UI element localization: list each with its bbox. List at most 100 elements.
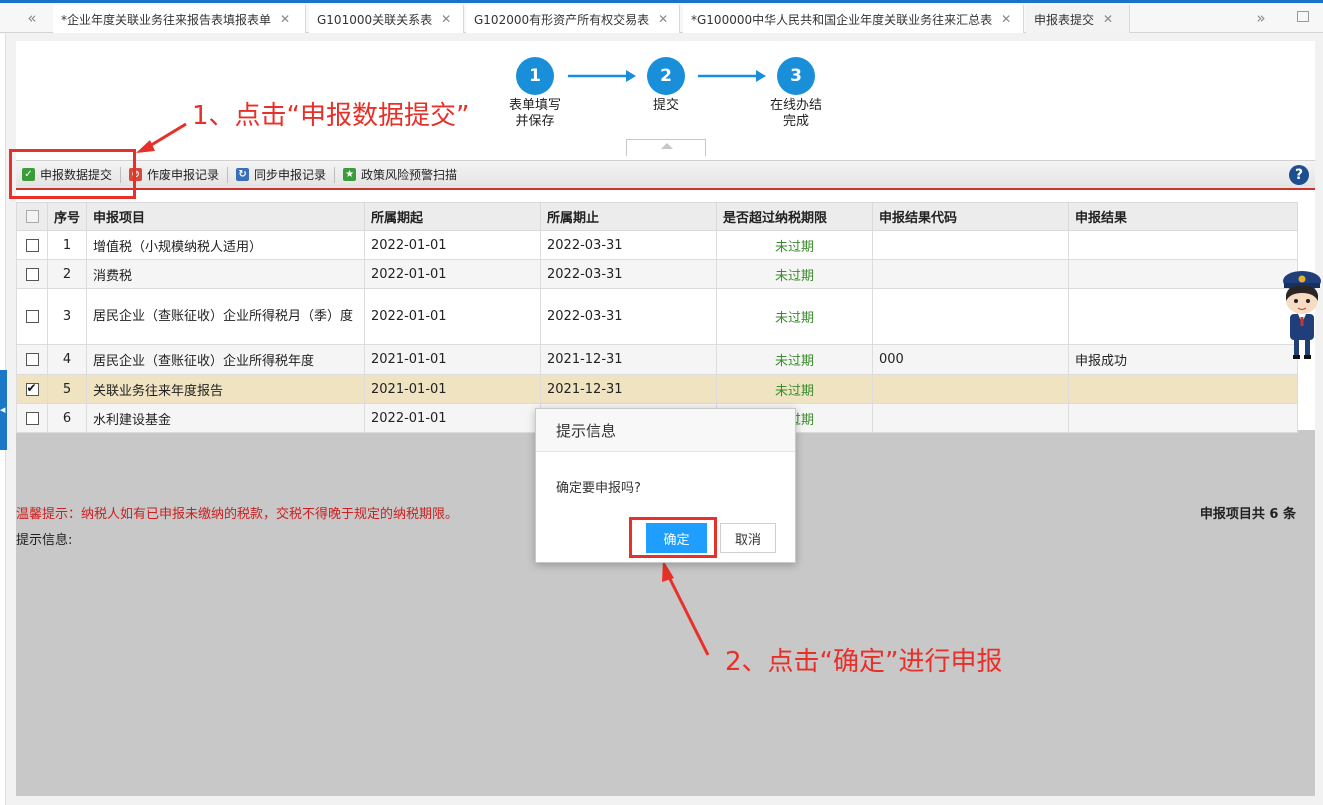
close-icon[interactable]: ✕ (1103, 12, 1113, 26)
declaration-item: 消费税 (86, 259, 365, 289)
assistant-mascot-icon[interactable] (1278, 267, 1323, 362)
row-checkbox-cell[interactable] (16, 344, 48, 375)
table-row[interactable]: 3 居民企业（查账征收）企业所得税月（季）度 2022-01-01 2022-0… (16, 288, 1298, 345)
tab-report-form[interactable]: *企业年度关联业务往来报告表填报表单 ✕ (53, 5, 306, 33)
chevron-left-icon: ◀ (0, 406, 6, 414)
risk-scan-label: 政策风险预警扫描 (361, 168, 458, 182)
row-checkbox-cell[interactable] (16, 288, 48, 345)
declaration-item: 增值税（小规模纳税人适用） (86, 230, 365, 260)
select-all-checkbox[interactable] (25, 210, 39, 223)
result-text (1068, 259, 1298, 289)
result-text (1068, 230, 1298, 260)
overdue-status: 未过期 (716, 288, 873, 345)
row-checkbox[interactable] (25, 353, 39, 366)
period-start: 2021-01-01 (364, 344, 541, 375)
period-start: 2021-01-01 (364, 374, 541, 404)
row-number: 3 (47, 288, 87, 345)
row-checkbox[interactable] (25, 411, 39, 425)
period-start: 2022-01-01 (364, 259, 541, 289)
column-header: 申报项目 (86, 202, 365, 231)
step-arrow-icon (698, 70, 766, 82)
row-checkbox-cell[interactable] (16, 259, 48, 289)
row-checkbox-checked[interactable] (25, 381, 39, 396)
result-code (872, 230, 1069, 260)
sync-record-button[interactable]: ↻ 同步申报记录 (230, 164, 332, 186)
dialog-message: 确定要申报吗? (556, 481, 641, 496)
chevron-up-icon (661, 143, 673, 149)
row-number: 4 (47, 344, 87, 375)
row-checkbox-cell[interactable] (16, 374, 48, 404)
window-restore-icon[interactable] (1297, 11, 1309, 22)
row-number: 2 (47, 259, 87, 289)
close-icon[interactable]: ✕ (280, 12, 290, 26)
tab-submit[interactable]: 申报表提交 ✕ (1026, 5, 1130, 33)
tab-label: G101000关联关系表 (317, 12, 433, 27)
highlight-box-confirm (629, 517, 717, 558)
close-icon[interactable]: ✕ (658, 12, 668, 26)
column-header: 申报结果代码 (872, 202, 1069, 231)
cancel-button[interactable]: 取消 (720, 523, 776, 553)
declaration-item: 关联业务往来年度报告 (86, 374, 365, 404)
table-row[interactable]: 1 增值税（小规模纳税人适用） 2022-01-01 2022-03-31 未过… (16, 230, 1298, 260)
column-header: 是否超过纳税期限 (716, 202, 873, 231)
collapse-steps-button[interactable] (626, 139, 706, 156)
tab-g102000[interactable]: G102000有形资产所有权交易表 ✕ (466, 5, 680, 33)
column-header: 所属期起 (364, 202, 541, 231)
period-end: 2021-12-31 (540, 344, 717, 375)
toolbar: ✓ 申报数据提交 ⊘ 作废申报记录 ↻ 同步申报记录 ★ 政策风险预警扫描 ? (16, 160, 1315, 190)
row-checkbox[interactable] (25, 267, 39, 281)
tab-g101000[interactable]: G101000关联关系表 ✕ (309, 5, 464, 33)
column-header: 序号 (47, 202, 87, 231)
help-icon[interactable]: ? (1289, 165, 1309, 185)
row-checkbox-cell[interactable] (16, 403, 48, 433)
close-icon[interactable]: ✕ (1001, 12, 1011, 26)
tab-g100000[interactable]: *G100000中华人民共和国企业年度关联业务往来汇总表 ✕ (683, 5, 1024, 33)
table-row[interactable]: 4 居民企业（查账征收）企业所得税年度 2021-01-01 2021-12-3… (16, 344, 1298, 375)
declaration-item: 水利建设基金 (86, 403, 365, 433)
period-end: 2022-03-31 (540, 259, 717, 289)
void-record-button[interactable]: ⊘ 作废申报记录 (123, 164, 225, 186)
double-chevron-right-icon[interactable]: » (1243, 3, 1279, 33)
period-end: 2022-03-31 (540, 288, 717, 345)
tab-label: *企业年度关联业务往来报告表填报表单 (61, 12, 272, 27)
separator (334, 166, 336, 183)
total-count: 申报项目共 6 条 (1199, 507, 1296, 522)
warm-tip-text: 温馨提示：纳税人如有已申报未缴纳的税款，交税不得晚于规定的纳税期限。 (16, 507, 459, 522)
result-code (872, 288, 1069, 345)
result-text: 申报成功 (1068, 344, 1298, 375)
tab-label: G102000有形资产所有权交易表 (474, 12, 650, 27)
row-checkbox-cell[interactable] (16, 230, 48, 260)
table-row[interactable]: 2 消费税 2022-01-01 2022-03-31 未过期 (16, 259, 1298, 289)
result-code (872, 403, 1069, 433)
overdue-status: 未过期 (716, 374, 873, 404)
tab-label: 申报表提交 (1034, 12, 1095, 27)
close-icon[interactable]: ✕ (441, 12, 451, 26)
table-row-selected[interactable]: 5 关联业务往来年度报告 2021-01-01 2021-12-31 未过期 (16, 374, 1298, 404)
annotation-step1: 1、点击“申报数据提交” (192, 101, 470, 131)
period-end: 2022-03-31 (540, 230, 717, 260)
period-end: 2021-12-31 (540, 374, 717, 404)
row-checkbox[interactable] (25, 238, 39, 252)
declaration-item: 居民企业（查账征收）企业所得税年度 (86, 344, 365, 375)
double-chevron-left-icon[interactable]: « (14, 3, 50, 33)
step-label: 在线办结 完成 (769, 98, 822, 129)
scan-icon: ★ (343, 168, 357, 181)
step-label: 表单填写 并保存 (508, 98, 561, 129)
result-code (872, 259, 1069, 289)
risk-scan-button[interactable]: ★ 政策风险预警扫描 (337, 164, 463, 186)
sync-record-label: 同步申报记录 (254, 168, 327, 182)
overdue-status: 未过期 (716, 344, 873, 375)
column-header: 所属期止 (540, 202, 717, 231)
result-text (1068, 403, 1298, 433)
row-checkbox[interactable] (25, 310, 39, 323)
row-number: 1 (47, 230, 87, 260)
tab-bar: « *企业年度关联业务往来报告表填报表单 ✕ G101000关联关系表 ✕ G102… (0, 3, 1323, 33)
overdue-status: 未过期 (716, 259, 873, 289)
overdue-status: 未过期 (716, 230, 873, 260)
void-record-label: 作废申报记录 (147, 168, 220, 182)
sidebar-toggle-handle[interactable]: ◀ (0, 370, 7, 450)
step-2: 2 提交 (626, 57, 706, 114)
select-all-cell[interactable] (16, 202, 48, 231)
step-arrow-icon (568, 70, 636, 82)
step-number: 3 (777, 57, 815, 95)
